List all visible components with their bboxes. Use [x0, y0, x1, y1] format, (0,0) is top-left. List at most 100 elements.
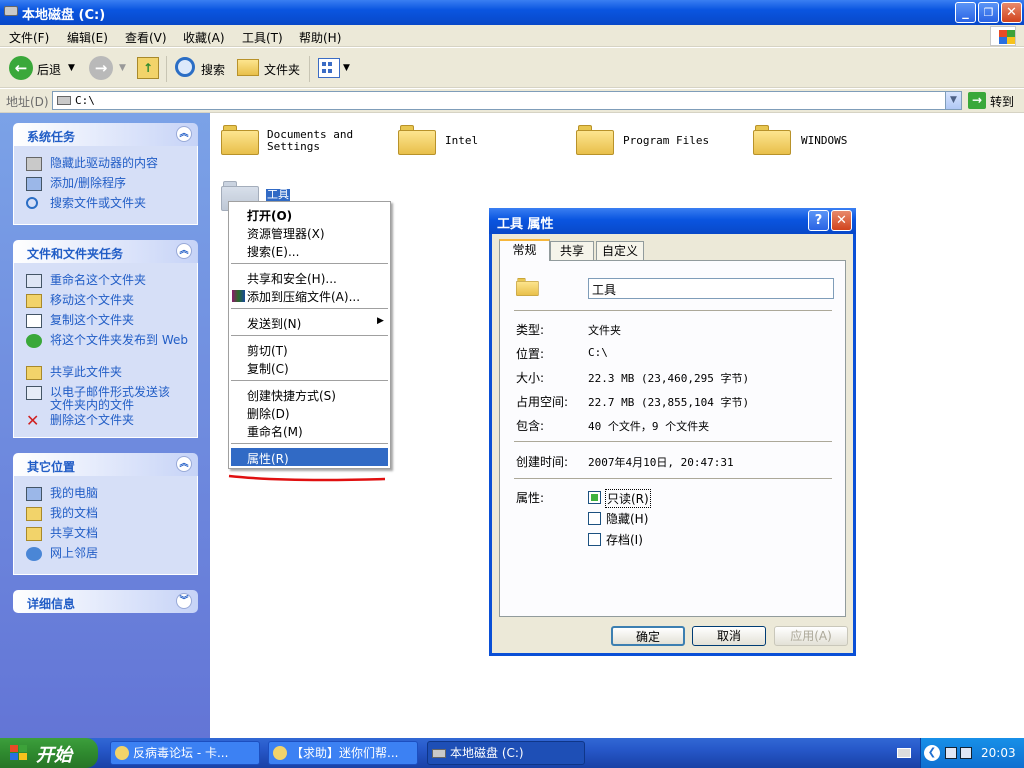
archive-checkbox[interactable]: [588, 533, 601, 546]
menu-item-send-to[interactable]: 发送到(N): [247, 315, 301, 332]
hidden-label[interactable]: 隐藏(H): [606, 510, 648, 527]
tray-expand-icon[interactable]: ❮: [924, 745, 940, 761]
menu-tools[interactable]: 工具(T): [242, 29, 283, 46]
menu-view[interactable]: 查看(V): [125, 29, 167, 46]
menu-item-rename[interactable]: 重命名(M): [247, 423, 303, 440]
search-icon[interactable]: [175, 57, 195, 77]
back-dropdown-icon[interactable]: ▼: [68, 63, 75, 73]
folder-intel[interactable]: Intel: [445, 135, 478, 147]
back-button-label[interactable]: 后退: [37, 61, 61, 78]
network-icon[interactable]: [960, 747, 972, 759]
menu-item-open[interactable]: 打开(O): [247, 207, 292, 224]
collapse-chevron-icon[interactable]: ︽: [176, 456, 192, 472]
folders-icon[interactable]: [237, 59, 259, 76]
tab-general[interactable]: 常规: [499, 239, 550, 261]
folder-icon[interactable]: [398, 125, 436, 155]
task-delete-folder[interactable]: 删除这个文件夹: [50, 414, 134, 427]
folders-button-label[interactable]: 文件夹: [264, 61, 300, 78]
collapse-chevron-icon[interactable]: ︽: [176, 126, 192, 142]
contains-label: 包含:: [516, 419, 545, 433]
menu-item-copy[interactable]: 复制(C): [247, 360, 289, 377]
menu-item-create-shortcut[interactable]: 创建快捷方式(S): [247, 387, 336, 404]
other-places-header[interactable]: 其它位置 ︽: [13, 453, 198, 476]
details-header[interactable]: 详细信息 ︾: [13, 590, 198, 613]
menu-item-sharing[interactable]: 共享和安全(H)...: [247, 270, 337, 287]
address-dropdown-icon[interactable]: ▼: [945, 92, 961, 109]
readonly-label[interactable]: 只读(R): [605, 489, 651, 508]
drive-icon: [432, 749, 446, 758]
menu-item-properties[interactable]: 属性(R): [247, 450, 289, 467]
go-button-label[interactable]: 转到: [990, 93, 1014, 110]
menu-edit[interactable]: 编辑(E): [67, 29, 108, 46]
menu-help[interactable]: 帮助(H): [299, 29, 341, 46]
task-publish-web[interactable]: 将这个文件夹发布到 Web: [50, 334, 190, 347]
task-rename-folder[interactable]: 重命名这个文件夹: [50, 274, 146, 287]
tab-sharing[interactable]: 共享: [550, 241, 594, 261]
network-icon[interactable]: [945, 747, 957, 759]
close-button[interactable]: ✕: [1001, 2, 1022, 23]
folder-name-input[interactable]: 工具: [588, 278, 834, 299]
dialog-close-button[interactable]: ✕: [831, 210, 852, 231]
task-copy-folder[interactable]: 复制这个文件夹: [50, 314, 134, 327]
apply-button[interactable]: 应用(A): [774, 626, 848, 646]
menu-item-add-to-archive[interactable]: 添加到压缩文件(A)...: [247, 288, 360, 305]
forward-dropdown-icon[interactable]: ▼: [119, 63, 126, 73]
taskbar-item-local-disk[interactable]: 本地磁盘 (C:): [427, 741, 585, 765]
help-button[interactable]: ?: [808, 210, 829, 231]
folder-icon[interactable]: [753, 125, 791, 155]
menu-file[interactable]: 文件(F): [9, 29, 49, 46]
folder-documents-and-settings[interactable]: Documents and Settings: [267, 129, 357, 153]
place-my-computer[interactable]: 我的电脑: [50, 487, 98, 500]
go-arrow-icon[interactable]: →: [968, 92, 986, 109]
clock[interactable]: 20:03: [981, 746, 1016, 760]
folder-icon[interactable]: [221, 125, 259, 155]
task-search-files[interactable]: 搜索文件或文件夹: [50, 197, 146, 210]
place-shared-documents[interactable]: 共享文档: [50, 527, 98, 540]
collapse-chevron-icon[interactable]: ︽: [176, 243, 192, 259]
menu-item-search[interactable]: 搜索(E)...: [247, 243, 299, 260]
task-hide-drive-contents[interactable]: 隐藏此驱动器的内容: [50, 157, 158, 170]
menu-item-cut[interactable]: 剪切(T): [247, 342, 288, 359]
archive-label[interactable]: 存档(I): [606, 531, 643, 548]
views-dropdown-icon[interactable]: ▼: [343, 63, 350, 73]
taskbar-item-forum[interactable]: 反病毒论坛 - 卡...: [110, 741, 260, 765]
task-add-remove-programs[interactable]: 添加/删除程序: [50, 177, 126, 190]
expand-chevron-icon[interactable]: ︾: [176, 593, 192, 609]
address-input[interactable]: C:\ ▼: [52, 91, 962, 110]
window-titlebar[interactable]: 本地磁盘 (C:) _ ❐ ✕: [0, 0, 1024, 25]
dialog-titlebar[interactable]: 工具 属性 ? ✕: [489, 208, 856, 234]
menu-item-delete[interactable]: 删除(D): [247, 405, 290, 422]
menu-item-explore[interactable]: 资源管理器(X): [247, 225, 325, 242]
up-folder-icon[interactable]: ↑: [137, 57, 159, 79]
place-my-documents[interactable]: 我的文档: [50, 507, 98, 520]
shared-documents-icon: [26, 527, 42, 541]
forward-arrow-icon[interactable]: →: [89, 56, 113, 80]
folder-icon[interactable]: [576, 125, 614, 155]
hidden-checkbox[interactable]: [588, 512, 601, 525]
system-tasks-header[interactable]: 系统任务 ︽: [13, 123, 198, 146]
search-button-label[interactable]: 搜索: [201, 61, 225, 78]
place-network[interactable]: 网上邻居: [50, 547, 98, 560]
readonly-checkbox[interactable]: [588, 491, 601, 504]
file-tasks-header[interactable]: 文件和文件夹任务 ︽: [13, 240, 198, 263]
folder-program-files[interactable]: Program Files: [623, 135, 709, 147]
folder-name-value[interactable]: 工具: [592, 281, 616, 298]
taskbar-item-help-post[interactable]: 【求助】迷你们帮...: [268, 741, 418, 765]
folder-windows[interactable]: WINDOWS: [801, 135, 847, 147]
folder-tools-selected[interactable]: 工具: [266, 189, 290, 201]
task-move-folder[interactable]: 移动这个文件夹: [50, 294, 134, 307]
ok-button[interactable]: 确定: [611, 626, 685, 646]
location-value: C:\: [588, 346, 608, 359]
back-arrow-icon[interactable]: ←: [9, 56, 33, 80]
task-email-files[interactable]: 以电子邮件形式发送该文件夹内的文件: [50, 386, 174, 412]
task-share-folder[interactable]: 共享此文件夹: [50, 366, 122, 379]
keyboard-icon[interactable]: [897, 748, 911, 758]
tab-customize[interactable]: 自定义: [596, 241, 644, 261]
restore-button[interactable]: ❐: [978, 2, 999, 23]
minimize-button[interactable]: _: [955, 2, 976, 23]
menu-favorites[interactable]: 收藏(A): [183, 29, 225, 46]
cancel-button[interactable]: 取消: [692, 626, 766, 646]
address-value[interactable]: C:\: [75, 94, 95, 107]
start-button[interactable]: 开始: [0, 738, 98, 768]
views-icon[interactable]: [318, 58, 340, 78]
